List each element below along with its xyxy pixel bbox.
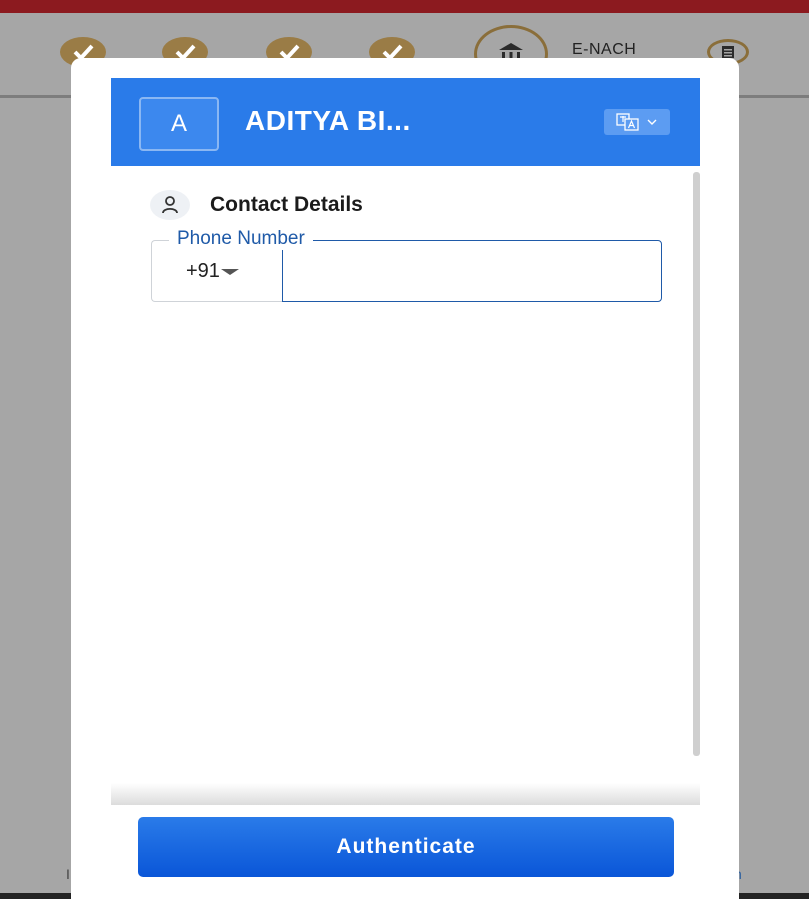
caret-down-icon [220, 269, 239, 275]
scrollbar[interactable] [693, 172, 700, 756]
section-title: Contact Details [210, 193, 363, 216]
org-avatar: A [139, 97, 219, 151]
background-text-fragment-left: I [66, 866, 70, 882]
org-name: ADITYA BI... [245, 105, 411, 136]
step-5-label: E-NACH [572, 41, 637, 58]
authenticate-button[interactable]: Authenticate [138, 817, 674, 877]
contact-details-header: Contact Details [150, 190, 363, 220]
phone-number-label: Phone Number [169, 228, 313, 250]
phone-number-field: +91 Phone Number [151, 228, 662, 302]
person-icon [150, 190, 190, 220]
chevron-down-icon [647, 119, 657, 125]
authentication-modal: A ADITYA BI... Contact Details +91 Phone… [71, 58, 739, 899]
country-code-value: +91 [186, 259, 220, 282]
language-selector[interactable] [604, 109, 670, 135]
top-brand-bar [0, 0, 809, 13]
translate-icon [616, 113, 639, 131]
content-fade [111, 783, 700, 805]
modal-header: A ADITYA BI... [111, 78, 700, 166]
phone-number-input[interactable] [282, 240, 662, 302]
modal-content: Contact Details +91 Phone Number [111, 166, 700, 804]
